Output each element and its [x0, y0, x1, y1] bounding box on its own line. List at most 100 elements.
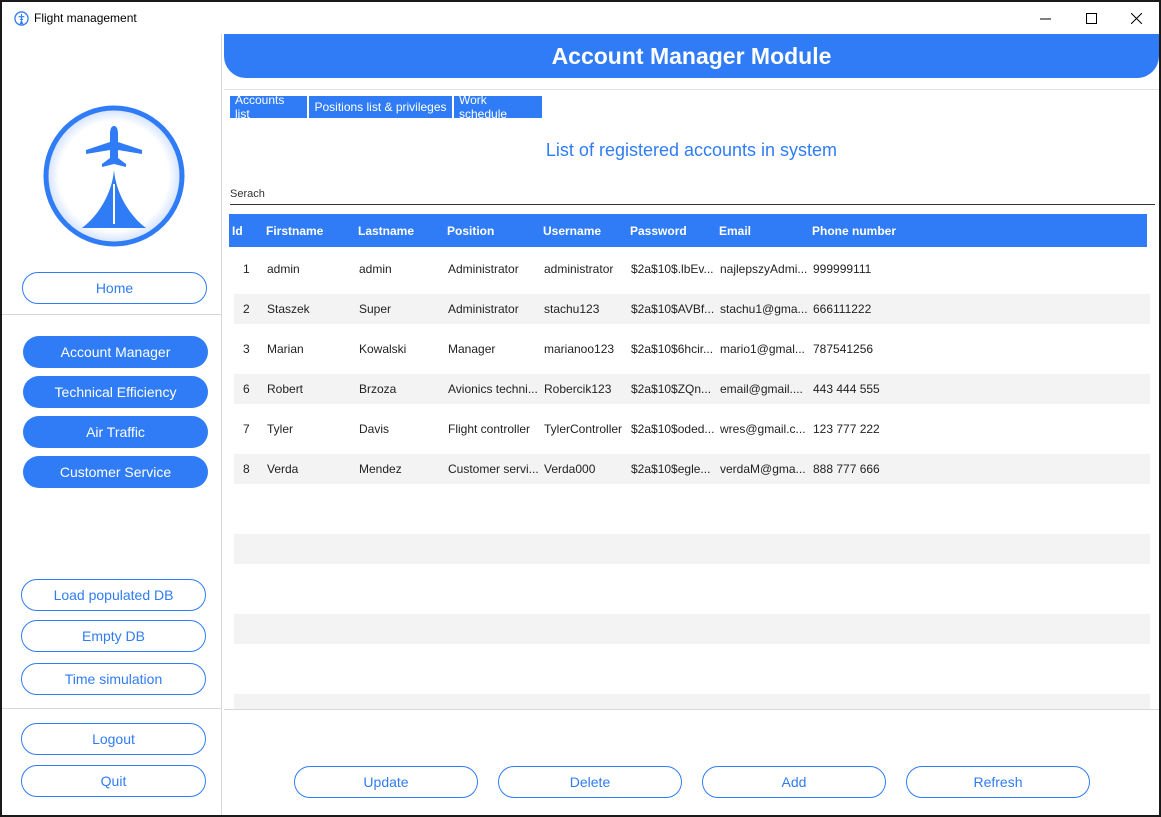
logout-label: Logout: [92, 731, 135, 747]
nav-customer-service-button[interactable]: Customer Service: [23, 456, 208, 488]
column-header[interactable]: Username: [543, 224, 601, 238]
nav-label: Air Traffic: [86, 424, 145, 440]
cell-password: $2a$10$AVBf...: [631, 302, 715, 316]
db-label: Empty DB: [81, 628, 145, 644]
add-button[interactable]: Add: [702, 766, 886, 798]
logout-button[interactable]: Logout: [21, 723, 206, 755]
cell-position: Flight controller: [448, 422, 531, 436]
cell-lastname: Super: [359, 302, 392, 316]
empty-db-button[interactable]: Empty DB: [21, 620, 206, 652]
cell-password: $2a$10$egle...: [631, 462, 711, 476]
tab-label: Work schedule: [459, 93, 508, 121]
empty-table-row: [234, 534, 1150, 564]
cell-lastname: Kowalski: [359, 342, 407, 356]
column-header[interactable]: Password: [630, 224, 687, 238]
column-header[interactable]: Lastname: [358, 224, 414, 238]
cell-phone: 888 777 666: [813, 462, 880, 476]
tab-accounts-list[interactable]: Accounts list: [230, 93, 307, 121]
cell-firstname: Marian: [267, 342, 304, 356]
tab-work-schedule[interactable]: Work schedule: [454, 93, 542, 121]
nav-label: Technical Efficiency: [54, 384, 177, 400]
cell-position: Administrator: [448, 302, 519, 316]
cell-password: $2a$10$.lbEv...: [631, 262, 714, 276]
cell-email: stachu1@gma...: [720, 302, 808, 316]
section-subtitle: List of registered accounts in system: [545, 140, 838, 160]
cell-phone: 999999111: [813, 262, 872, 276]
refresh-button[interactable]: Refresh: [906, 766, 1090, 798]
empty-table-row: [234, 614, 1150, 644]
table-row[interactable]: 8 Verda Mendez Customer servi... Verda00…: [234, 454, 1150, 484]
time-simulation-button[interactable]: Time simulation: [21, 663, 206, 695]
tab-label: Accounts list: [235, 93, 285, 121]
cell-id: 1: [243, 262, 250, 276]
nav-label: Account Manager: [60, 344, 171, 360]
nav-technical-efficiency-button[interactable]: Technical Efficiency: [23, 376, 208, 408]
sidebar-divider: [2, 314, 222, 315]
cell-username: administrator: [544, 262, 614, 276]
maximize-button[interactable]: [1068, 2, 1114, 34]
home-button-label: Home: [95, 280, 134, 296]
sidebar: Home Account Manager Technical Efficienc…: [2, 34, 222, 815]
cell-firstname: Robert: [267, 382, 304, 396]
cell-email: mario1@gmal...: [720, 342, 805, 356]
home-button[interactable]: Home: [22, 272, 207, 304]
search-label: Serach: [230, 188, 265, 200]
column-header[interactable]: Id: [232, 224, 243, 238]
update-button[interactable]: Update: [294, 766, 478, 798]
db-label: Load populated DB: [53, 587, 174, 603]
table-row[interactable]: 1 admin admin Administrator administrato…: [234, 254, 1150, 284]
cell-username: stachu123: [544, 302, 600, 316]
content-divider: [224, 709, 1159, 710]
table-row[interactable]: 3 Marian Kowalski Manager marianoo123 $2…: [234, 334, 1150, 364]
nav-account-manager-button[interactable]: Account Manager: [23, 336, 208, 368]
cell-id: 2: [243, 302, 250, 316]
close-button[interactable]: [1113, 2, 1159, 34]
tab-positions-privileges[interactable]: Positions list & privileges: [309, 96, 452, 118]
cell-lastname: Mendez: [359, 462, 402, 476]
cell-username: marianoo123: [544, 342, 615, 356]
window-title: Flight management: [34, 11, 137, 25]
cell-firstname: Staszek: [267, 302, 310, 316]
cell-firstname: admin: [267, 262, 300, 276]
column-header[interactable]: Email: [719, 224, 751, 238]
cell-lastname: admin: [359, 262, 392, 276]
cell-password: $2a$10$ZQn...: [631, 382, 712, 396]
sidebar-divider: [2, 708, 222, 709]
column-header[interactable]: Phone number: [812, 224, 896, 238]
cell-phone: 666111222: [813, 302, 872, 316]
table-row[interactable]: 6 Robert Brzoza Avionics techni... Rober…: [234, 374, 1150, 404]
search-input[interactable]: [230, 186, 1155, 205]
cell-email: wres@gmail.c...: [720, 422, 806, 436]
delete-button[interactable]: Delete: [498, 766, 682, 798]
minimize-button[interactable]: [1022, 2, 1068, 34]
cell-email: verdaM@gma...: [720, 462, 806, 476]
app-window: Flight management Home Account Manager T…: [0, 0, 1161, 817]
cell-firstname: Verda: [267, 462, 299, 476]
table-row[interactable]: 7 Tyler Davis Flight controller TylerCon…: [234, 414, 1150, 444]
cell-password: $2a$10$6hcir...: [631, 342, 714, 356]
page-title: Account Manager Module: [551, 42, 832, 69]
cell-lastname: Davis: [359, 422, 390, 436]
tab-label: Positions list & privileges: [314, 100, 447, 114]
cell-phone: 123 777 222: [813, 422, 880, 436]
cell-position: Administrator: [448, 262, 519, 276]
load-populated-db-button[interactable]: Load populated DB: [21, 579, 206, 611]
table-header: Id Firstname Lastname Position Username …: [229, 214, 1147, 247]
refresh-label: Refresh: [973, 774, 1023, 790]
cell-username: Verda000: [544, 462, 596, 476]
quit-button[interactable]: Quit: [21, 765, 206, 797]
cell-id: 3: [243, 342, 250, 356]
airplane-logo-icon: [43, 105, 185, 247]
table-row[interactable]: 2 Staszek Super Administrator stachu123 …: [234, 294, 1150, 324]
cell-email: email@gmail....: [720, 382, 803, 396]
header-divider: [224, 89, 1159, 90]
nav-air-traffic-button[interactable]: Air Traffic: [23, 416, 208, 448]
cell-position: Customer servi...: [448, 462, 539, 476]
cell-username: TylerController: [544, 422, 623, 436]
module-header: Account Manager Module: [224, 34, 1159, 78]
close-icon: [1130, 12, 1142, 24]
column-header[interactable]: Position: [447, 224, 494, 238]
column-header[interactable]: Firstname: [266, 224, 323, 238]
db-label: Time simulation: [64, 671, 163, 687]
cell-position: Manager: [448, 342, 496, 356]
